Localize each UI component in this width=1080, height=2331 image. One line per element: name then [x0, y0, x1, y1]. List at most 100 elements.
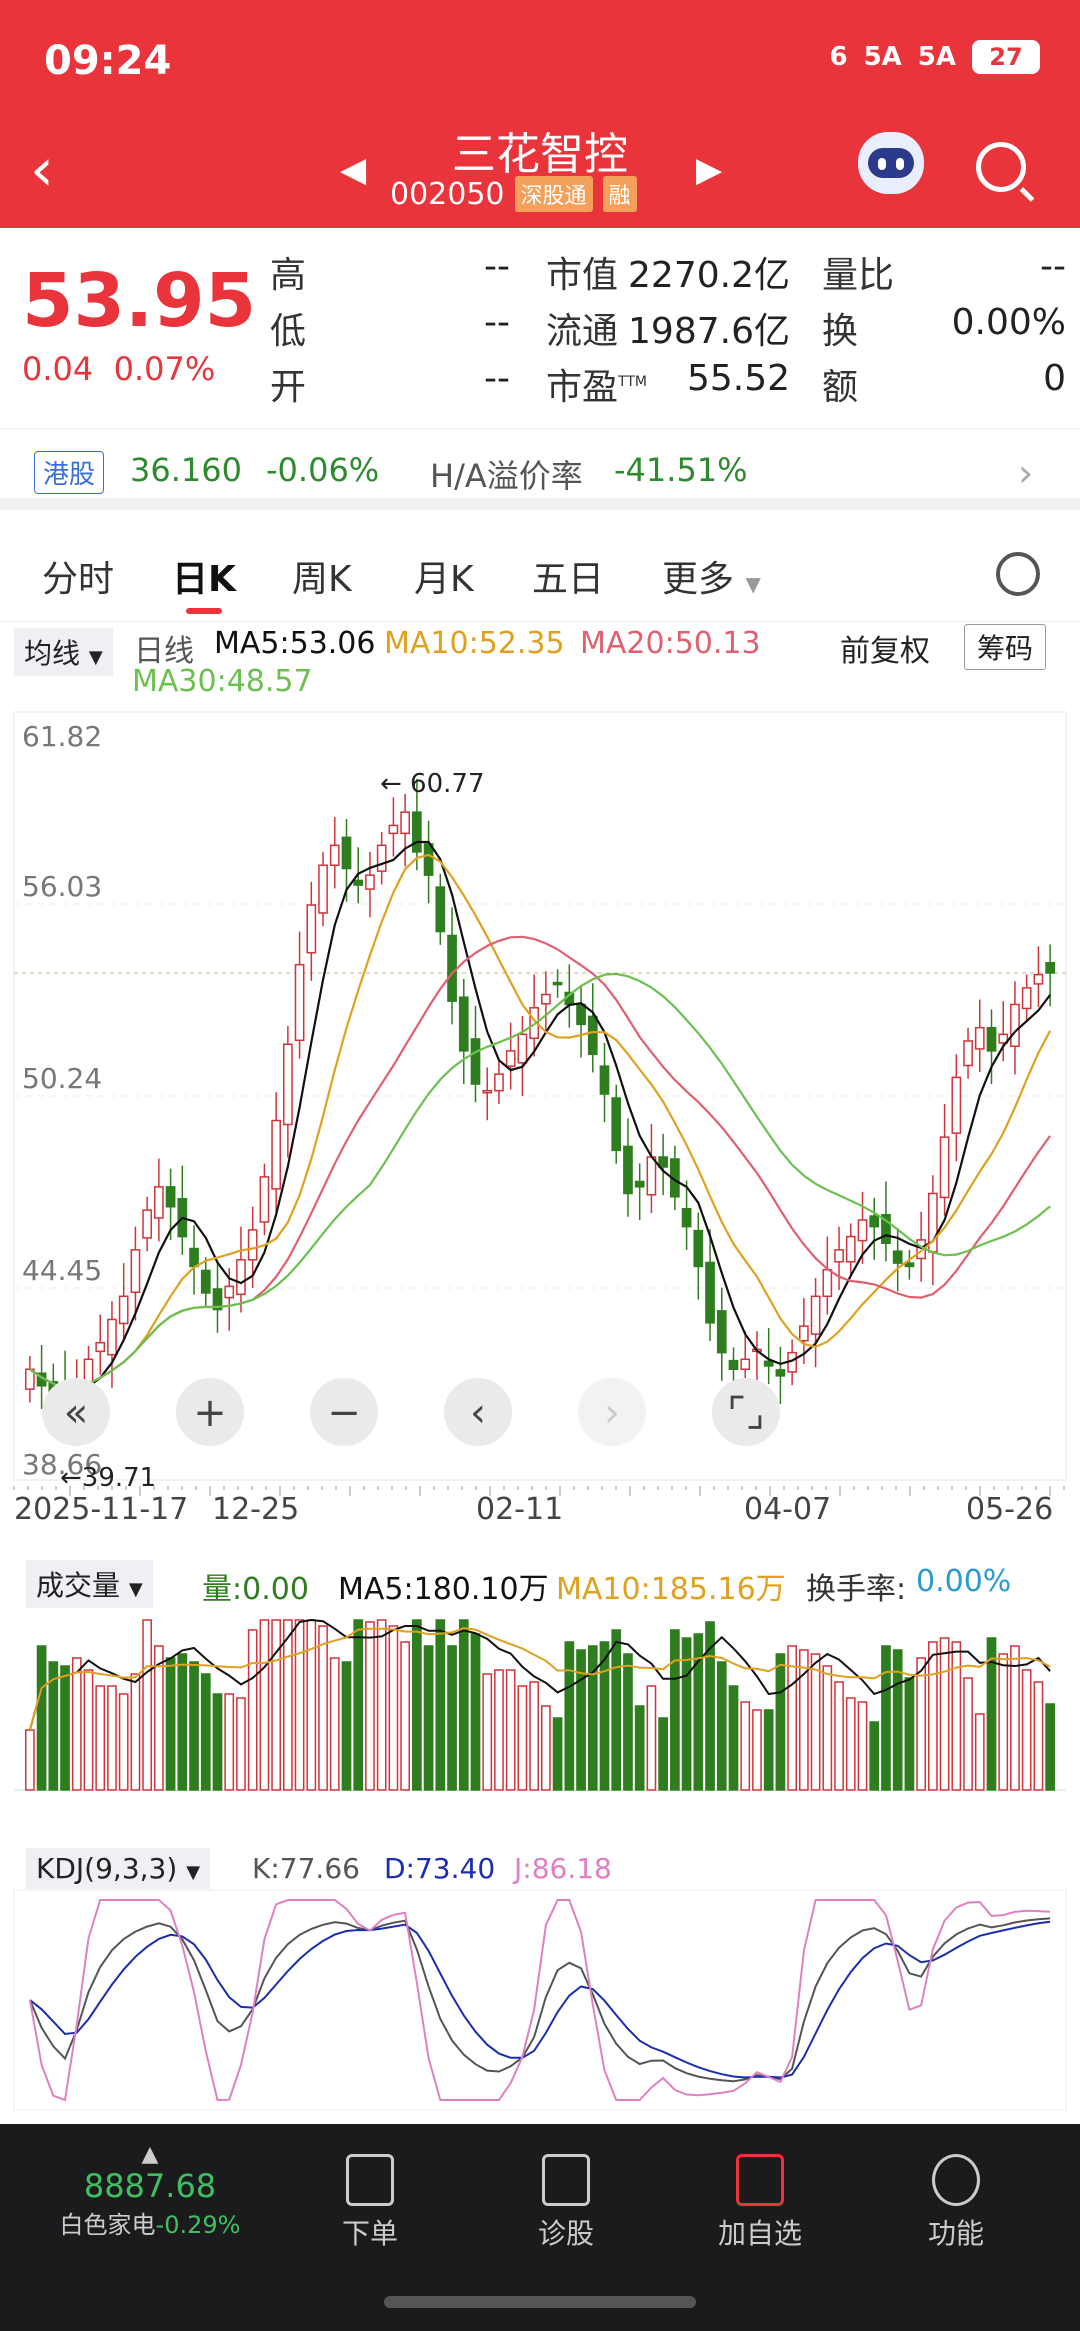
document-icon [346, 2154, 394, 2206]
volume-dropdown[interactable]: 成交量 ▼ [26, 1560, 153, 1608]
index-pct: -0.29% [155, 2211, 241, 2239]
high-value: -- [484, 246, 510, 287]
volume-bar [963, 1677, 973, 1791]
volume-bar [916, 1657, 926, 1791]
volume-bar [494, 1669, 504, 1791]
x-tick-1: 12-25 [212, 1492, 300, 1527]
candle-body [329, 844, 340, 866]
candle-body [799, 1325, 809, 1342]
candle-body [1033, 973, 1044, 985]
candle-body [845, 1235, 856, 1263]
candle-body [423, 843, 434, 876]
float-label: 流通 [546, 311, 619, 352]
candle-body [904, 1262, 915, 1268]
candle-body [470, 1038, 481, 1085]
candle-body [412, 811, 422, 853]
volume-bar [329, 1657, 340, 1791]
functions-button[interactable]: 功能 [866, 2154, 1046, 2252]
turnover-label: 换 [822, 311, 859, 352]
settings-icon[interactable] [996, 552, 1040, 596]
candle-body [587, 1015, 598, 1055]
volume-bar [646, 1685, 657, 1791]
open-label: 开 [270, 367, 307, 408]
kdj-j-line [28, 1899, 1051, 2102]
battery-icon: 27 [972, 40, 1040, 74]
volume-bar [118, 1693, 129, 1791]
order-button[interactable]: 下单 [280, 2154, 460, 2252]
k-line-chart[interactable]: 61.8256.0350.2444.4538.66← 60.77←39.71« +… [0, 700, 1080, 2120]
fq-button[interactable]: 前复权 [840, 626, 930, 670]
ma30-label: MA30:48.57 [132, 664, 313, 699]
volume-bar [83, 1669, 94, 1791]
diagnose-button[interactable]: 诊股 [476, 2154, 656, 2252]
candle-body [974, 1026, 985, 1050]
tab-five-day[interactable]: 五日 [532, 550, 604, 602]
search-icon[interactable] [976, 142, 1026, 192]
volume-bar [142, 1619, 152, 1791]
volume-bar [447, 1645, 457, 1791]
candle-body [763, 1360, 774, 1367]
candle-body [834, 1249, 844, 1263]
volume-bar [400, 1641, 410, 1791]
add-watchlist-button[interactable]: 加自选 [670, 2154, 850, 2252]
volume-bar [728, 1685, 739, 1791]
mcap-label: 市值 [546, 255, 619, 296]
tab-monthly[interactable]: 月K [414, 550, 474, 602]
volume-bar [552, 1717, 563, 1791]
candle-body [693, 1229, 704, 1268]
candle-body [494, 1073, 504, 1092]
candle-body [154, 1186, 164, 1219]
volume-bar [365, 1621, 375, 1791]
min-price-label: ←39.71 [60, 1463, 156, 1493]
candle-body [1045, 961, 1055, 974]
hk-share-row[interactable]: 港股 36.160 -0.06% H/A溢价率 -41.51% › [0, 428, 1080, 510]
volume-ratio-value: -- [1040, 246, 1066, 287]
kdj-d: D:73.40 [384, 1852, 496, 1885]
indicator-dropdown[interactable]: 均线 ▼ [14, 628, 113, 676]
candle-body [435, 886, 446, 933]
chevron-down-icon: ▼ [186, 1862, 201, 1883]
volume-bar [740, 1701, 751, 1791]
candle-body [576, 1003, 586, 1026]
candle-body [283, 1043, 293, 1126]
volume-bar [95, 1685, 106, 1791]
tab-more[interactable]: 更多 ▼ [662, 550, 761, 602]
volume-bar [611, 1629, 622, 1791]
candle-body [939, 1136, 950, 1199]
tab-weekly[interactable]: 周K [292, 550, 352, 602]
volume-bar [822, 1665, 833, 1791]
mcap-value: 2270.2亿 [628, 255, 790, 296]
index-value: 8887.68 [83, 2167, 217, 2205]
candle-body [740, 1358, 751, 1370]
volume-bar [517, 1685, 528, 1791]
candle-body [365, 874, 375, 890]
candle-body [869, 1215, 880, 1228]
turnover-rate-label: 换手率: [806, 1572, 907, 1607]
kdj-dropdown[interactable]: KDJ(9,3,3) ▼ [26, 1848, 211, 1889]
candle-body [646, 1156, 657, 1196]
candle-body [822, 1269, 833, 1298]
briefcase-icon [542, 2154, 590, 2206]
hk-tag: 港股 [34, 451, 105, 494]
chevron-down-icon: ▼ [88, 647, 103, 668]
index-widget[interactable]: ▲ 8887.68 白色家电-0.29% [20, 2142, 280, 2240]
volume-bar [224, 1693, 235, 1791]
candle-body [142, 1209, 152, 1239]
y-tick-label: 56.03 [22, 870, 102, 903]
stock-code-row: 002050 深股通 融 [390, 176, 637, 212]
tab-daily[interactable]: 日K [172, 550, 236, 602]
chip-button[interactable]: 筹码 [964, 624, 1047, 670]
volume-bar [60, 1665, 70, 1791]
volume-bar [423, 1645, 434, 1791]
open-value: -- [484, 358, 510, 399]
y-tick-label: 61.82 [22, 720, 102, 753]
volume-bar [951, 1641, 962, 1791]
candle-body [986, 1026, 997, 1052]
volume-bar [658, 1717, 668, 1791]
tab-intraday[interactable]: 分时 [42, 550, 114, 602]
candle-body [775, 1369, 786, 1377]
assistant-robot-icon[interactable] [858, 132, 924, 194]
volume-bar [165, 1657, 176, 1791]
volume-bar [576, 1649, 586, 1791]
candle-body [400, 811, 410, 835]
